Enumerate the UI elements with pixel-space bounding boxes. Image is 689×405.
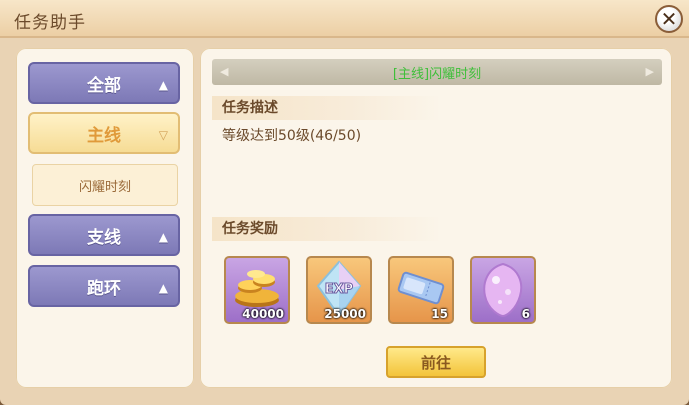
- close-button[interactable]: ✕: [655, 5, 683, 33]
- quest-detail-panel: ◀ [主线]闪耀时刻 ▶ 任务描述 等级达到50级(46/50) 任务奖励 40…: [200, 48, 672, 388]
- collapse-arrow-icon: ▲: [158, 78, 168, 92]
- expand-arrow-icon: ▽: [158, 128, 168, 142]
- description-heading: 任务描述: [212, 96, 442, 120]
- quest-list-item-label: 闪耀时刻: [78, 179, 131, 195]
- reward-slot[interactable]: EXP 25000: [306, 256, 372, 324]
- reward-heading: 任务奖励: [212, 217, 442, 241]
- reward-count: 15: [431, 307, 448, 321]
- category-label: 主线: [87, 125, 121, 146]
- quest-title: [主线]闪耀时刻: [392, 66, 482, 82]
- close-icon: ✕: [660, 7, 678, 31]
- category-all-button[interactable]: 全部 ▲: [28, 62, 180, 104]
- category-label: 全部: [87, 75, 121, 96]
- reward-slot[interactable]: 6: [470, 256, 536, 324]
- collapse-arrow-icon: ▲: [158, 230, 168, 244]
- quest-title-bar: ◀ [主线]闪耀时刻 ▶: [212, 59, 662, 85]
- category-main-button[interactable]: 主线 ▽: [28, 112, 180, 154]
- category-panel: 全部 ▲ 主线 ▽ 闪耀时刻 支线 ▲ 跑环 ▲: [16, 48, 194, 388]
- category-loop-button[interactable]: 跑环 ▲: [28, 265, 180, 307]
- quest-list-item[interactable]: 闪耀时刻: [32, 164, 178, 206]
- ornament-right-icon: ▶: [645, 65, 654, 78]
- quest-assistant-window: 任务助手 ✕ 全部 ▲ 主线 ▽ 闪耀时刻 支线 ▲ 跑环 ▲ ◀ [主线]闪耀…: [0, 0, 689, 405]
- quest-description: 等级达到50级(46/50): [222, 128, 362, 144]
- title-bar: 任务助手 ✕: [0, 0, 689, 38]
- reward-slot[interactable]: 40000: [224, 256, 290, 324]
- reward-slot[interactable]: 15: [388, 256, 454, 324]
- category-label: 跑环: [87, 278, 121, 299]
- category-side-button[interactable]: 支线 ▲: [28, 214, 180, 256]
- window-title: 任务助手: [14, 13, 86, 33]
- reward-count: 6: [521, 307, 530, 321]
- reward-count: 25000: [324, 307, 366, 321]
- reward-count: 40000: [242, 307, 284, 321]
- collapse-arrow-icon: ▲: [158, 281, 168, 295]
- go-button[interactable]: 前往: [386, 346, 486, 378]
- ornament-left-icon: ◀: [220, 65, 229, 78]
- svg-text:EXP: EXP: [325, 282, 353, 297]
- category-label: 支线: [87, 227, 121, 248]
